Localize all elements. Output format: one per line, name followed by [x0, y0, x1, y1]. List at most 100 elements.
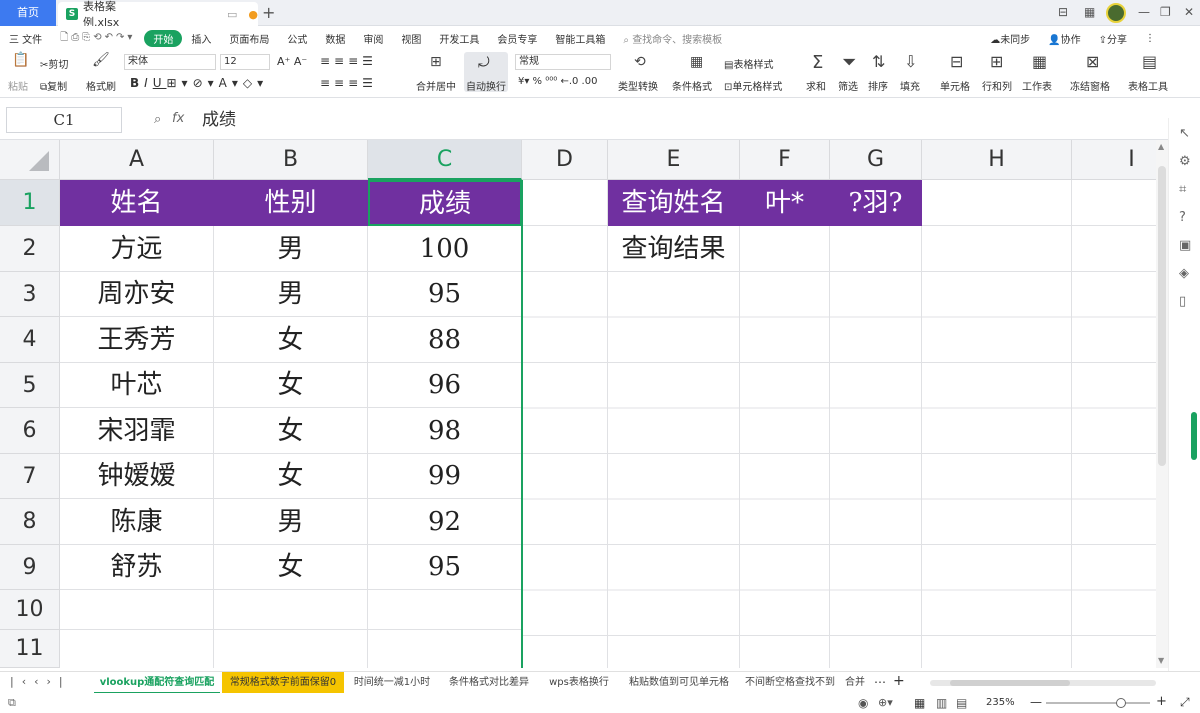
- collab-button[interactable]: 👤协作: [1039, 31, 1089, 46]
- fill-button[interactable]: 填充: [900, 78, 920, 93]
- cell-a8[interactable]: 陈康: [60, 499, 214, 545]
- sync-button[interactable]: ☁未同步: [981, 31, 1039, 46]
- cell-a5[interactable]: 叶芯: [60, 363, 214, 408]
- worksheet-icon[interactable]: ▦: [1032, 52, 1047, 71]
- col-header-h[interactable]: H: [922, 140, 1072, 180]
- more-icon[interactable]: ⋮: [1136, 33, 1164, 44]
- number-format-select[interactable]: 常规: [515, 54, 611, 70]
- cell-d2[interactable]: [522, 226, 608, 272]
- sort-icon[interactable]: ⇅: [872, 52, 885, 71]
- row-header-5[interactable]: 5: [0, 363, 60, 408]
- cell-b6[interactable]: 女: [214, 408, 368, 454]
- cell-c9[interactable]: 95: [368, 545, 522, 590]
- filter-icon[interactable]: ⏷: [842, 52, 856, 73]
- cell-c6[interactable]: 98: [368, 408, 522, 454]
- share-button[interactable]: ⇪分享: [1090, 31, 1136, 46]
- cell-button[interactable]: 单元格: [940, 78, 970, 93]
- eye-protect-icon[interactable]: ◉: [858, 696, 868, 710]
- menu-review[interactable]: 审阅: [354, 31, 392, 46]
- cell-h1[interactable]: [922, 180, 1072, 226]
- fill-icon[interactable]: ⇩: [904, 52, 917, 71]
- number-format-icons[interactable]: ¥▾ % ⁰⁰⁰ ←.0 .00: [518, 76, 597, 87]
- rows-cols-icon[interactable]: ⊞: [990, 52, 1003, 71]
- col-header-a[interactable]: A: [60, 140, 214, 180]
- cell-d1[interactable]: [522, 180, 608, 226]
- sum-button[interactable]: 求和: [806, 78, 826, 93]
- layout-icon[interactable]: ⊟: [1058, 5, 1068, 19]
- page-layout-view-icon[interactable]: ▥: [936, 696, 947, 710]
- col-header-g[interactable]: G: [830, 140, 922, 180]
- sheet-tab-5[interactable]: 粘贴数值到可见单元格: [624, 672, 734, 694]
- cell-icon[interactable]: ⊟: [950, 52, 963, 71]
- new-tab-button[interactable]: +: [262, 3, 275, 22]
- settings-sliders-icon[interactable]: ⚙: [1179, 154, 1191, 169]
- paste-icon[interactable]: 📋: [12, 52, 29, 68]
- merge-center-button[interactable]: 合并居中: [416, 78, 456, 93]
- cell-i2[interactable]: [1072, 226, 1156, 272]
- col-header-f[interactable]: F: [740, 140, 830, 180]
- menu-page-layout[interactable]: 页面布局: [220, 31, 278, 46]
- file-tab[interactable]: S 表格案例.xlsx ▭ ●: [58, 0, 258, 29]
- cond-format-icon[interactable]: ▦: [690, 54, 703, 70]
- cell-a9[interactable]: 舒苏: [60, 545, 214, 590]
- paste-button[interactable]: 粘贴: [8, 78, 28, 93]
- font-grow-icon[interactable]: A⁺ A⁻: [277, 55, 307, 68]
- sheet-tab-3[interactable]: 条件格式对比差异: [446, 672, 532, 694]
- file-menu[interactable]: 三 文件: [0, 31, 51, 46]
- sheet-tab-2[interactable]: 时间统一减1小时: [350, 672, 434, 694]
- row-header-8[interactable]: 8: [0, 499, 60, 545]
- font-size-select[interactable]: 12: [220, 54, 270, 70]
- copy-button[interactable]: ⧉复制: [40, 78, 67, 93]
- minimize-icon[interactable]: —: [1138, 5, 1150, 19]
- fx-label[interactable]: fx: [172, 111, 184, 126]
- crop-icon[interactable]: ⌗: [1179, 182, 1186, 197]
- horizontal-scrollbar[interactable]: [930, 680, 1156, 686]
- cell-a6[interactable]: 宋羽霏: [60, 408, 214, 454]
- restore-icon[interactable]: ❐: [1160, 5, 1171, 19]
- help-icon[interactable]: ?: [1179, 210, 1186, 225]
- zoom-slider-thumb[interactable]: [1116, 698, 1126, 708]
- vertical-scrollbar[interactable]: ▲ ▼: [1156, 140, 1168, 668]
- cell-b5[interactable]: 女: [214, 363, 368, 408]
- cell-e1[interactable]: 查询姓名: [608, 180, 740, 226]
- sheet-tab-6[interactable]: 不间断空格查找不到: [744, 672, 836, 694]
- zoom-search-icon[interactable]: ⌕: [154, 112, 161, 127]
- normal-view-icon[interactable]: ▦: [914, 696, 925, 710]
- sheet-nav-icons[interactable]: |‹‹›|: [10, 675, 71, 688]
- cell-a2[interactable]: 方远: [60, 226, 214, 272]
- row-header-11[interactable]: 11: [0, 630, 60, 668]
- quick-toolbar-icons[interactable]: 🗋⎙⎘⟲↶↷▾: [51, 30, 144, 47]
- close-icon[interactable]: ✕: [1184, 5, 1194, 19]
- cell-b1[interactable]: 性别: [214, 180, 368, 226]
- col-header-d[interactable]: D: [522, 140, 608, 180]
- col-header-c[interactable]: C: [368, 140, 522, 180]
- cell-b4[interactable]: 女: [214, 317, 368, 363]
- page-break-view-icon[interactable]: ▤: [956, 696, 967, 710]
- menu-formulas[interactable]: 公式: [278, 31, 316, 46]
- menu-data[interactable]: 数据: [316, 31, 354, 46]
- format-painter-button[interactable]: 格式刷: [86, 78, 116, 93]
- zoom-out-icon[interactable]: —: [1030, 695, 1042, 709]
- cell-b9[interactable]: 女: [214, 545, 368, 590]
- menu-member[interactable]: 会员专享: [488, 31, 546, 46]
- zoom-slider[interactable]: [1046, 698, 1150, 708]
- cell-c4[interactable]: 88: [368, 317, 522, 363]
- type-convert-button[interactable]: 类型转换: [618, 78, 658, 93]
- location-icon[interactable]: ◈: [1179, 266, 1189, 281]
- scroll-thumb[interactable]: [1158, 166, 1166, 466]
- sheet-tab-0[interactable]: vlookup通配符查询匹配: [94, 672, 220, 694]
- sheet-tab-1[interactable]: 常规格式数字前面保留0: [222, 672, 344, 694]
- table-tools-button[interactable]: 表格工具: [1128, 78, 1168, 93]
- menu-view[interactable]: 视图: [392, 31, 430, 46]
- row-header-7[interactable]: 7: [0, 454, 60, 499]
- auto-wrap-button[interactable]: ⤾ 自动换行: [464, 52, 508, 93]
- menu-smart-tools[interactable]: 智能工具箱: [546, 31, 614, 46]
- cell-f2[interactable]: [740, 226, 830, 272]
- h-scroll-thumb[interactable]: [950, 680, 1070, 686]
- add-sheet-icon[interactable]: +: [893, 673, 905, 689]
- font-style-buttons[interactable]: BIU⊞▾⊘▾A▾◇▾: [130, 76, 268, 90]
- worksheet-button[interactable]: 工作表: [1022, 78, 1052, 93]
- col-header-b[interactable]: B: [214, 140, 368, 180]
- col-header-e[interactable]: E: [608, 140, 740, 180]
- book-icon[interactable]: ▯: [1179, 294, 1186, 309]
